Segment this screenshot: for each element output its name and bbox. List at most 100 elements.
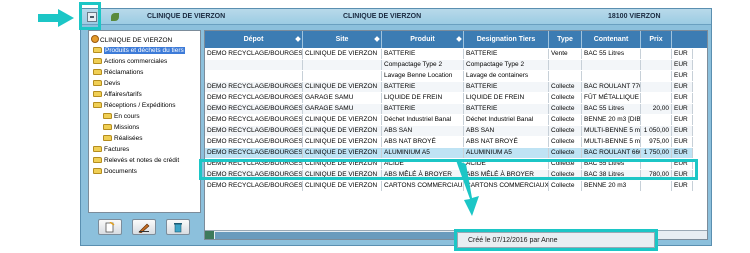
table-cell: ABS SAN xyxy=(464,126,549,136)
table-cell: BAC 55 Litres xyxy=(582,49,641,59)
tree-item[interactable]: CLINIQUE DE VIERZON xyxy=(91,35,172,45)
table-cell: CLINIQUE DE VIERZON xyxy=(303,148,382,158)
delete-button[interactable] xyxy=(166,219,190,235)
tree-item-label: Réceptions / Expéditions xyxy=(104,102,176,109)
table-cell: DEMO RECYCLAGE/BOURGES xyxy=(207,126,303,136)
new-document-icon xyxy=(105,222,115,233)
tree-item[interactable]: Missions xyxy=(103,123,139,133)
column-header[interactable]: Dépot xyxy=(205,31,303,48)
title-left: CLINIQUE DE VIERZON xyxy=(147,13,226,20)
sort-icon[interactable] xyxy=(374,36,380,42)
tree-item[interactable]: Documents xyxy=(93,167,137,177)
table-row[interactable]: DEMO RECYCLAGE/BOURGES CLINIQUE DE VIERZO… xyxy=(205,126,693,136)
table-cell: Collecte xyxy=(549,181,582,191)
add-document-button[interactable] xyxy=(98,219,122,235)
table-cell: 1 750,00 xyxy=(641,148,672,158)
tree-item-label: Actions commerciales xyxy=(104,58,168,65)
tree-item-label: CLINIQUE DE VIERZON xyxy=(100,37,173,44)
table-cell: LIQUIDE DE FREIN xyxy=(464,93,549,103)
tree-item[interactable]: Relevés et notes de crédit xyxy=(93,156,179,166)
table-cell: ABS SAN xyxy=(382,126,464,136)
tree-item-label: Documents xyxy=(104,168,137,175)
scroll-left-icon[interactable] xyxy=(205,231,214,239)
table-cell: DEMO RECYCLAGE/BOURGES xyxy=(207,49,303,59)
tree-item[interactable]: Affaires/tarifs xyxy=(93,90,142,100)
tree-item-label: Réclamations xyxy=(104,69,144,76)
table-cell: Collecte xyxy=(549,82,582,92)
status-bar: Créé le 07/12/2016 par Anne xyxy=(457,232,655,248)
table-cell: Collecte xyxy=(549,93,582,103)
table-cell: EUR xyxy=(672,126,693,136)
sort-icon[interactable] xyxy=(456,36,462,42)
table-row[interactable]: DEMO RECYCLAGE/BOURGES GARAGE SAMU LIQUIDE… xyxy=(205,93,693,103)
tree-item[interactable]: En cours xyxy=(103,112,140,122)
table-cell: Déchet Industriel Banal xyxy=(382,115,464,125)
tree-item-label: Produits et déchets du tiers xyxy=(104,47,185,54)
table-row[interactable]: DEMO RECYCLAGE/BOURGES CLINIQUE DE VIERZO… xyxy=(205,82,693,92)
table-cell: DEMO RECYCLAGE/BOURGES xyxy=(207,104,303,114)
table-cell: Compactage Type 2 xyxy=(382,60,464,70)
edit-button[interactable] xyxy=(132,219,156,235)
column-header[interactable]: Designation Tiers xyxy=(464,31,549,48)
tree-item[interactable]: Réalisées xyxy=(103,134,143,144)
trash-icon xyxy=(174,223,182,233)
table-cell: BENNE 20 m3 [DIB] xyxy=(584,115,641,125)
table-cell: FÛT MÉTALLIQUE : xyxy=(584,93,641,103)
table-cell: 1 050,00 xyxy=(641,126,672,136)
table-cell xyxy=(303,60,382,70)
table-row[interactable]: DEMO RECYCLAGE/BOURGES CLINIQUE DE VIERZO… xyxy=(205,148,693,158)
table-cell: DEMO RECYCLAGE/BOURGES xyxy=(207,82,303,92)
tree-item-label: Relevés et notes de crédit xyxy=(104,157,180,164)
table-cell xyxy=(641,93,672,103)
tree-item[interactable]: Devis xyxy=(93,79,120,89)
action-button-bar xyxy=(88,217,201,239)
column-header[interactable]: Type xyxy=(549,31,582,48)
table-cell: EUR xyxy=(672,71,693,81)
table-cell: BENNE 20 m3 xyxy=(582,181,641,191)
table-row[interactable]: DEMO RECYCLAGE/BOURGES CLINIQUE DE VIERZO… xyxy=(205,49,693,59)
table-cell: CLINIQUE DE VIERZON xyxy=(303,49,382,59)
table-cell: Vente xyxy=(549,49,582,59)
tree-item[interactable]: Réclamations xyxy=(93,68,143,78)
table-row[interactable]: DEMO RECYCLAGE/BOURGES GARAGE SAMU BATTERI… xyxy=(205,104,693,114)
tree-item[interactable]: Actions commerciales xyxy=(93,57,167,67)
column-header[interactable]: Produit xyxy=(382,31,464,48)
edit-pencil-icon xyxy=(138,223,150,233)
table-cell: GARAGE SAMU xyxy=(303,104,382,114)
table-cell: ALUMINIUM A5 xyxy=(382,148,464,158)
navigation-tree: CLINIQUE DE VIERZON Produits et déchets d… xyxy=(88,30,201,213)
folder-icon xyxy=(103,135,112,141)
folder-icon xyxy=(93,58,102,64)
table-cell xyxy=(641,115,672,125)
tree-item-label: Missions xyxy=(114,124,140,131)
sort-icon[interactable] xyxy=(295,36,301,42)
table-cell: EUR xyxy=(672,104,693,114)
table-cell: CLINIQUE DE VIERZON xyxy=(303,137,382,147)
tree-item[interactable]: Factures xyxy=(93,145,129,155)
table-cell: DEMO RECYCLAGE/BOURGES xyxy=(207,115,303,125)
table-cell: BATTERIE xyxy=(464,104,549,114)
table-cell xyxy=(549,60,582,70)
column-header[interactable]: Prix xyxy=(641,31,672,48)
column-header[interactable]: Contenant xyxy=(582,31,641,48)
table-cell: CLINIQUE DE VIERZON xyxy=(303,126,382,136)
table-cell: Collecte xyxy=(549,115,582,125)
column-header-label: Produit xyxy=(410,36,435,43)
table-row[interactable]: DEMO RECYCLAGE/BOURGES CLINIQUE DE VIERZO… xyxy=(205,137,693,147)
column-header-label: Designation Tiers xyxy=(476,36,536,43)
table-cell: BAC 55 Litres xyxy=(582,104,641,114)
folder-icon xyxy=(93,102,102,108)
table-cell: ABS NAT BROYÉ xyxy=(382,137,464,147)
column-header-label: Prix xyxy=(649,36,663,43)
tree-item[interactable]: Produits et déchets du tiers xyxy=(93,46,185,56)
column-header-label: Dépot xyxy=(243,36,264,43)
table-row[interactable]: Compactage Type 2 Compactage Type 2 EUR xyxy=(205,60,693,70)
table-row[interactable]: Lavage Benne Location Lavage de container… xyxy=(205,71,693,81)
tree-item-label: Affaires/tarifs xyxy=(104,91,142,98)
table-row[interactable]: DEMO RECYCLAGE/BOURGES CLINIQUE DE VIERZO… xyxy=(205,115,693,125)
folder-icon xyxy=(93,80,102,86)
column-header[interactable]: Site xyxy=(303,31,382,48)
tree-item[interactable]: Réceptions / Expéditions xyxy=(93,101,176,111)
tree-item-label: En cours xyxy=(114,113,140,120)
column-header-label: Type xyxy=(557,36,573,43)
